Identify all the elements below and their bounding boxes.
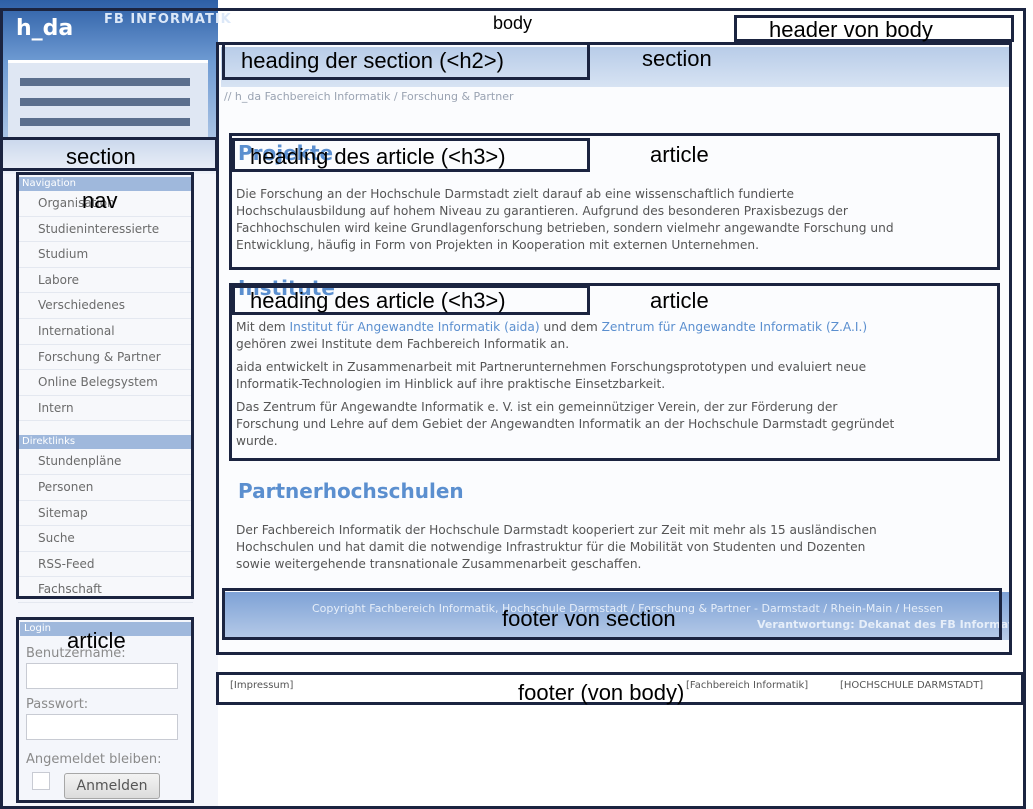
left-article-label: article	[67, 628, 126, 653]
article-2-heading-label: heading des article (<h3>)	[250, 288, 506, 313]
section-footer-label: footer von section	[502, 606, 676, 631]
article-1-heading-label: heading des article (<h3>)	[250, 144, 506, 169]
header-body-label: header von body	[769, 17, 933, 42]
nav-label: nav	[82, 188, 118, 213]
article-1-label: article	[650, 142, 709, 167]
left-section-label: section	[66, 144, 136, 169]
body-label: body	[493, 13, 533, 33]
section-label: section	[642, 46, 712, 71]
article-2-label: article	[650, 288, 709, 313]
section-heading-label: heading der section (<h2>)	[241, 48, 504, 73]
nav-outline	[16, 172, 194, 599]
body-footer-label: footer (von body)	[518, 680, 685, 705]
